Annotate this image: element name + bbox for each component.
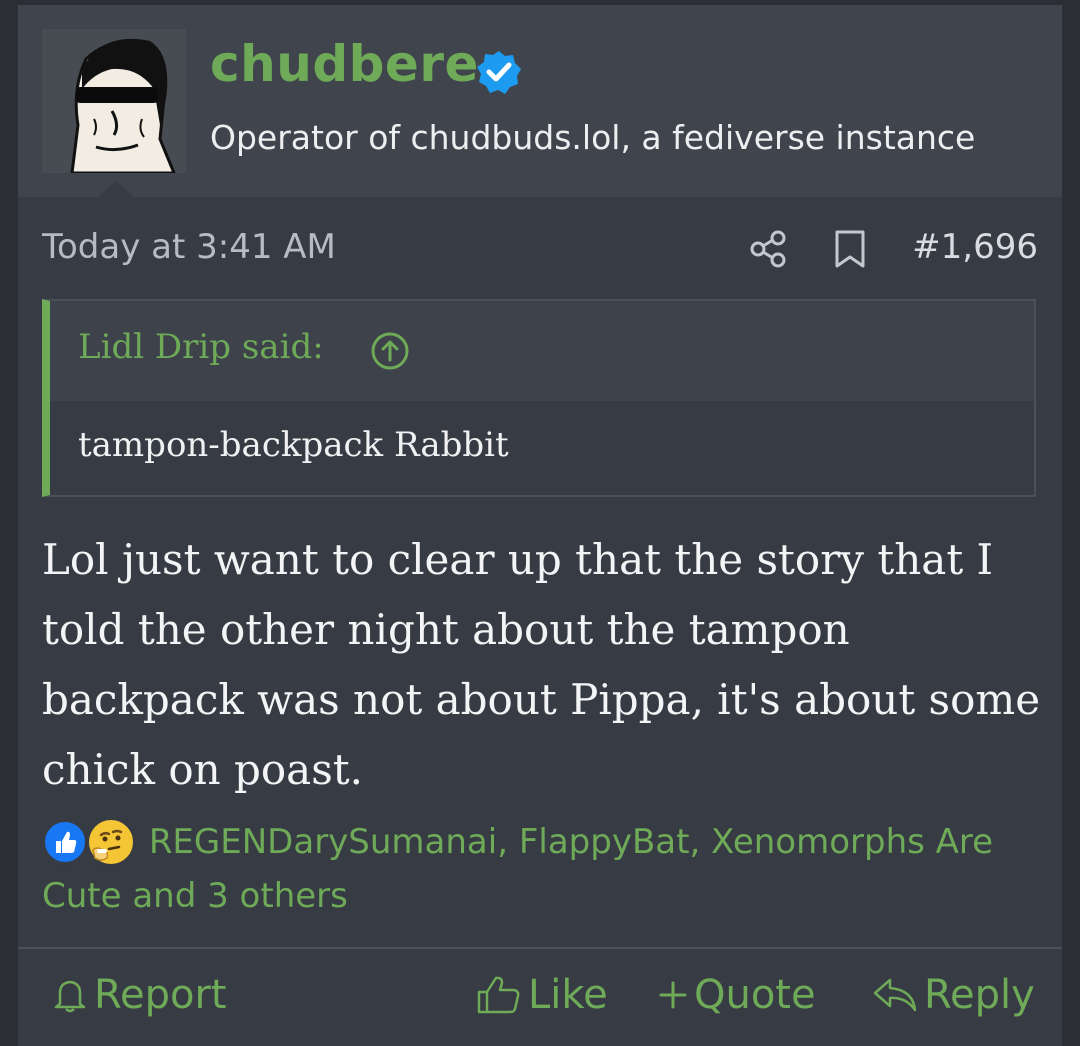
quote-label: Quote [694,972,816,1018]
bell-icon [54,980,86,1013]
quote-button[interactable]: Quote [658,965,816,1025]
like-button[interactable]: Like [476,965,608,1025]
reply-label: Reply [924,972,1035,1018]
arrow-up-circle-icon[interactable] [370,331,410,371]
avatar-notch [98,181,134,197]
plus-icon [659,981,687,1009]
share-icon[interactable] [748,229,788,269]
avatar[interactable] [42,29,186,173]
reactions-text[interactable]: REGENDarySumanai, FlappyBat, Xenomorphs … [42,822,993,916]
thumbs-up-icon [477,976,520,1014]
reaction-icons [42,815,138,869]
divider [18,947,1062,949]
verified-icon [477,51,521,94]
user-title: Operator of chudbuds.lol, a fediverse in… [210,118,976,157]
post-body: Lol just want to clear up that the story… [42,535,1041,794]
quote-header: Lidl Drip said: [50,301,1034,401]
post-container: chudbere Operator of chudbuds.lol, a fed… [18,4,1062,1046]
quote-author[interactable]: Lidl Drip said: [78,327,324,367]
reply-button[interactable]: Reply [872,965,1035,1025]
quote-block: Lidl Drip said: tampon-backpack Rabbit [42,299,1036,497]
report-label: Report [94,972,227,1018]
user-header: chudbere Operator of chudbuds.lol, a fed… [18,5,1062,197]
like-label: Like [528,972,608,1018]
post-date[interactable]: Today at 3:41 AM [42,227,336,267]
username[interactable]: chudbere [210,35,479,93]
bookmark-icon[interactable] [833,229,867,269]
reactions-bar[interactable]: REGENDarySumanai, FlappyBat, Xenomorphs … [42,815,1042,923]
post-number[interactable]: #1,696 [912,227,1038,267]
like-react-icon [42,819,88,865]
report-button[interactable]: Report [52,965,227,1025]
reply-arrow-icon [873,978,917,1012]
thinking-react-icon [86,817,136,867]
quote-text: tampon-backpack Rabbit [78,425,509,465]
